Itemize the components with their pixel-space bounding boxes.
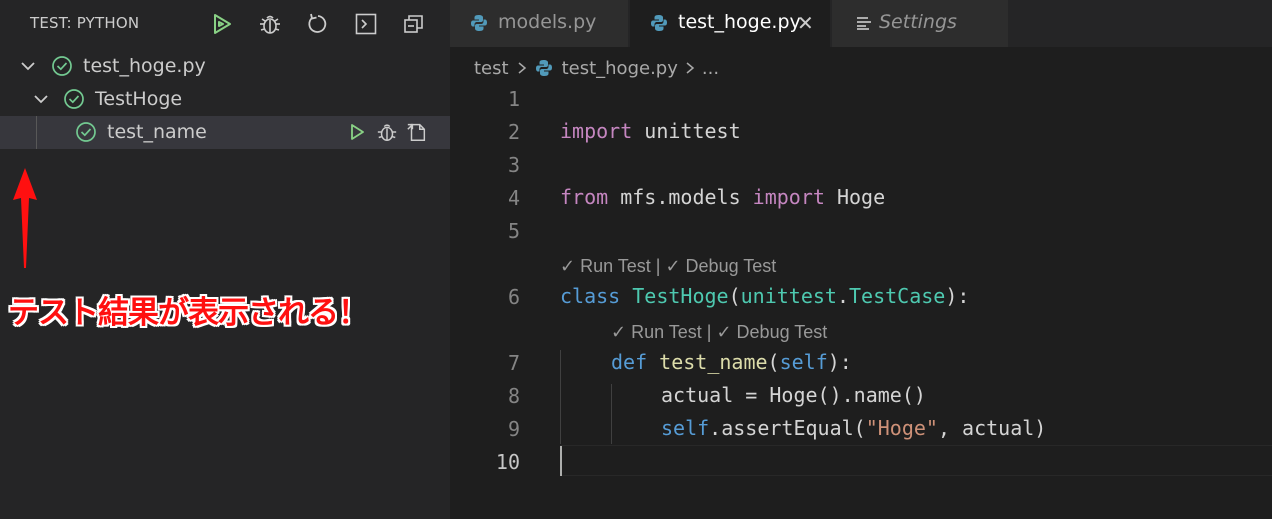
tree-item-test-class[interactable]: TestHoge (0, 83, 450, 116)
debug-icon[interactable] (253, 9, 287, 39)
run-test-icon[interactable] (346, 121, 368, 143)
code-line-4[interactable]: from mfs.models import Hoge (560, 185, 885, 209)
test-explorer-actions (205, 9, 431, 39)
go-to-file-icon[interactable] (406, 121, 428, 143)
line-number: 6 (507, 285, 520, 309)
line-number: 9 (507, 417, 520, 441)
tree-item-label: test_hoge.py (83, 55, 206, 77)
tree-item-label: TestHoge (95, 88, 183, 110)
text-cursor (560, 446, 562, 476)
line-number: 3 (507, 153, 520, 177)
indent-guide (611, 384, 612, 444)
test-explorer-sidebar: TEST: PYTHON test_hoge.py TestHoge test_… (0, 0, 450, 519)
line-number: 4 (507, 186, 520, 210)
breadcrumb: test test_hoge.py ... (474, 55, 719, 81)
settings-file-icon (857, 17, 871, 30)
tree-item-test-file[interactable]: test_hoge.py (0, 50, 450, 83)
collapse-all-icon[interactable] (397, 9, 431, 39)
tree-item-test-method[interactable]: test_name (0, 116, 450, 149)
chevron-down-icon[interactable] (33, 91, 49, 107)
line-number: 1 (507, 87, 520, 111)
close-icon[interactable]: ✕ (797, 11, 814, 35)
annotation-text: テスト結果が表示される！ (8, 295, 369, 331)
python-file-icon (651, 15, 667, 31)
code-line-7[interactable]: def test_name(self): (611, 350, 852, 374)
tab-test-hoge-py[interactable]: test_hoge.py ✕ (630, 0, 830, 47)
line-number: 8 (507, 384, 520, 408)
code-line-2[interactable]: import unittest (560, 119, 741, 143)
tab-models-py[interactable]: models.py (450, 0, 628, 47)
python-file-icon (535, 60, 552, 76)
code-line-8[interactable]: actual = Hoge().name() (661, 383, 926, 407)
python-file-icon (471, 15, 487, 31)
breadcrumb-folder[interactable]: test (474, 58, 509, 79)
codelens-class[interactable]: ✓ Run Test | ✓ Debug Test (560, 256, 776, 277)
test-explorer-header: TEST: PYTHON (0, 0, 450, 47)
tab-label: models.py (498, 11, 597, 33)
chevron-right-icon (518, 62, 526, 74)
line-number: 2 (507, 120, 520, 144)
chevron-right-icon (686, 62, 695, 74)
indent-guide (36, 116, 37, 149)
tree-item-label: test_name (107, 121, 207, 143)
code-line-6[interactable]: class TestHoge(unittest.TestCase): (560, 284, 969, 308)
chevron-down-icon[interactable] (20, 58, 36, 74)
annotation-arrow-icon (13, 168, 37, 268)
line-number: 7 (507, 351, 520, 375)
test-explorer-title: TEST: PYTHON (30, 14, 140, 32)
tab-label: test_hoge.py (678, 11, 801, 33)
run-all-icon[interactable] (205, 9, 239, 39)
codelens-method[interactable]: ✓ Run Test | ✓ Debug Test (611, 322, 827, 343)
breadcrumb-file[interactable]: test_hoge.py (562, 58, 678, 79)
passed-icon (76, 122, 96, 142)
tab-label: Settings (879, 11, 957, 33)
editor: models.py test_hoge.py ✕ Settings test t… (450, 0, 1272, 519)
line-number: 10 (495, 450, 520, 474)
indent-guide (560, 350, 561, 444)
passed-icon (64, 89, 84, 109)
tab-bar: models.py test_hoge.py ✕ Settings (450, 0, 1272, 47)
current-line-highlight (560, 445, 1272, 476)
debug-test-icon[interactable] (376, 121, 398, 143)
terminal-icon[interactable] (349, 9, 383, 39)
refresh-icon[interactable] (301, 9, 335, 39)
code-line-9[interactable]: self.assertEqual("Hoge", actual) (661, 416, 1046, 440)
passed-icon (52, 56, 72, 76)
breadcrumb-more[interactable]: ... (702, 58, 719, 79)
tree-item-actions (346, 121, 428, 143)
tab-settings[interactable]: Settings (832, 0, 1008, 47)
line-number: 5 (507, 219, 520, 243)
